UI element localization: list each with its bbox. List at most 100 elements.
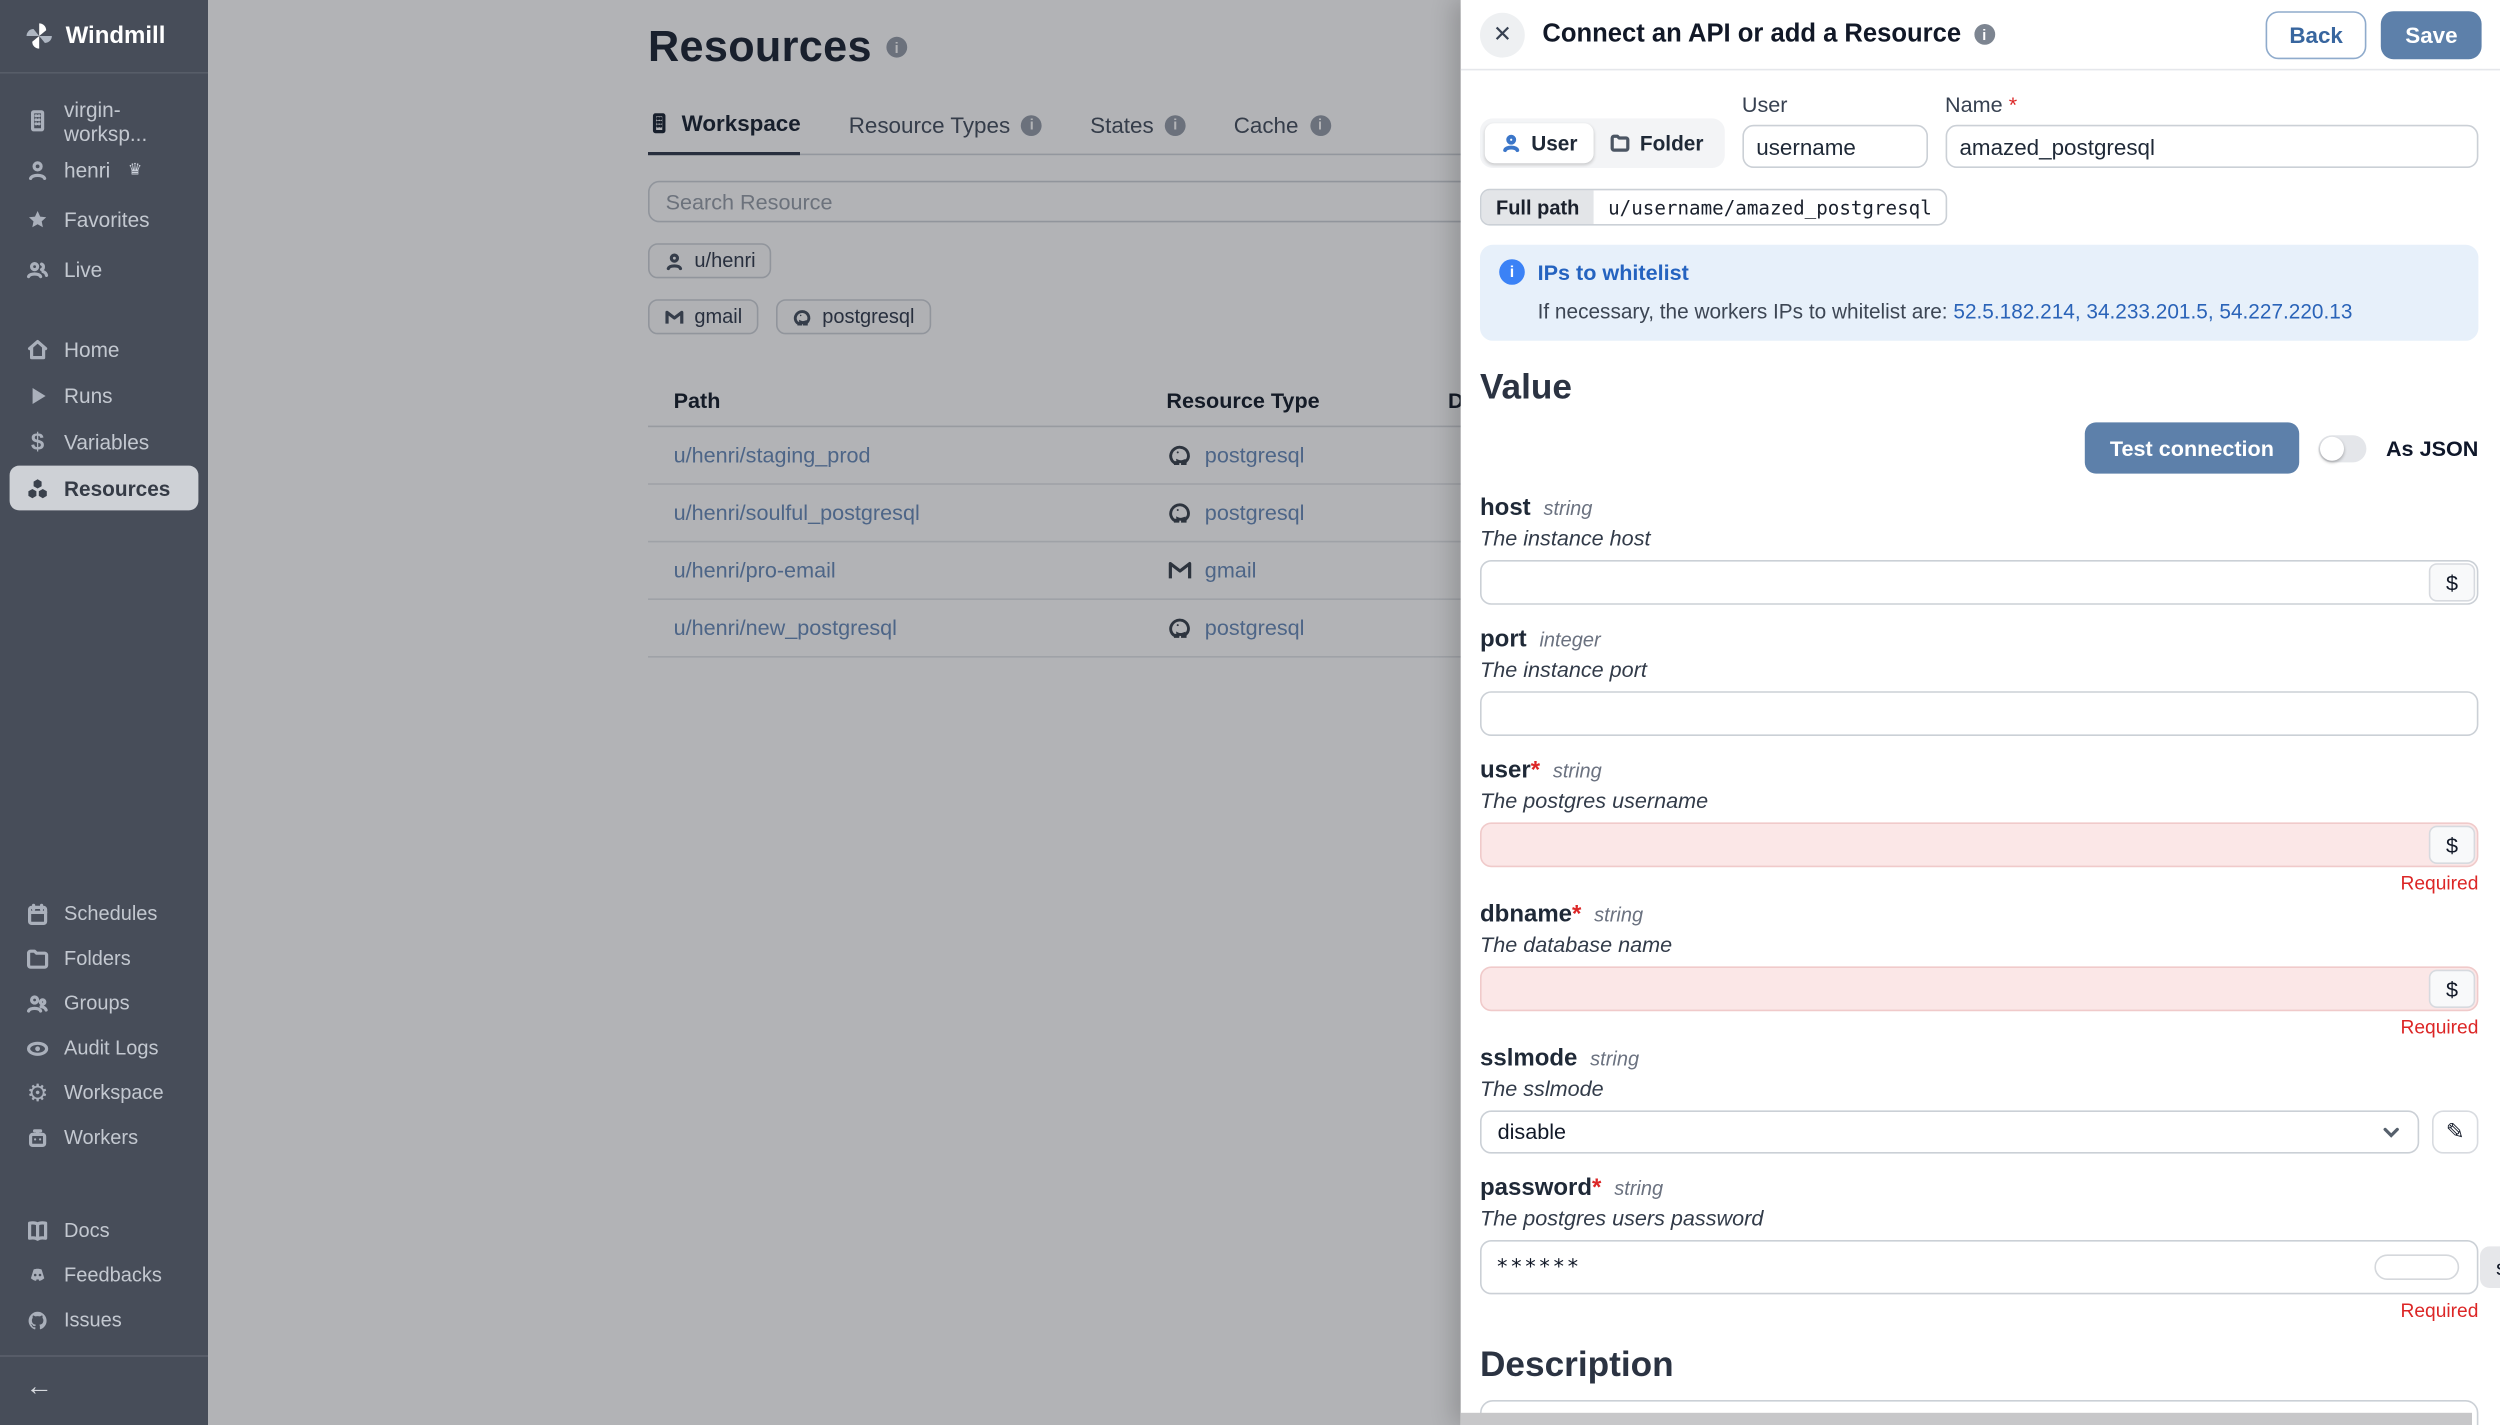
resource-path-link[interactable]: u/henri/staging_prod <box>674 443 1167 467</box>
type-filter-chip-gmail[interactable]: gmail <box>648 299 759 335</box>
sidebar-item-schedules[interactable]: Schedules <box>0 891 208 936</box>
back-button[interactable]: Back <box>2265 10 2367 59</box>
star-icon <box>29 211 47 228</box>
field-name: port <box>1480 625 1527 653</box>
owner-kind-segmented-control: User Folder <box>1480 118 1725 168</box>
sidebar-item-label: Favorites <box>64 208 150 232</box>
book-icon <box>26 1218 50 1242</box>
tab-cache[interactable]: Cache <box>1234 112 1331 154</box>
info-icon[interactable] <box>1309 114 1331 136</box>
full-path-value: u/username/amazed_postgresql <box>1608 196 1932 219</box>
owner-filter-chip[interactable]: u/henri <box>648 243 772 279</box>
variable-picker-button[interactable]: $ <box>2428 563 2476 602</box>
user-icon <box>1501 133 1522 154</box>
sidebar-item-label: Docs <box>64 1219 110 1242</box>
required-error: Required <box>2400 872 2479 895</box>
group-icon <box>26 991 50 1015</box>
sidebar-item-favorites[interactable]: Favorites <box>0 195 208 245</box>
gmail-icon <box>664 306 685 327</box>
user-icon <box>664 250 685 271</box>
name-field-label: Name * <box>1945 92 2018 117</box>
password-input[interactable] <box>1480 1240 2479 1295</box>
folder-icon <box>26 946 50 970</box>
sidebar-item-feedbacks[interactable]: Feedbacks <box>0 1253 208 1298</box>
tab-resource-types[interactable]: Resource Types <box>849 112 1043 154</box>
info-icon[interactable] <box>1973 24 1995 45</box>
info-icon: i <box>1499 259 1525 285</box>
tab-label: Cache <box>1233 112 1299 138</box>
chevron-down-icon <box>2381 1122 2402 1143</box>
field-name: host <box>1480 494 1531 522</box>
sidebar-item-label: Workspace <box>64 1081 164 1104</box>
users-icon <box>26 258 50 282</box>
folder-icon <box>1609 133 1630 154</box>
table-row[interactable]: u/henri/soulful_postgresql postgresql <box>648 485 1461 543</box>
resource-type-link[interactable]: postgresql <box>1205 443 1305 467</box>
variable-picker-button[interactable]: $ <box>2428 969 2476 1008</box>
search-input[interactable] <box>648 180 1461 223</box>
postgresql-icon <box>1166 614 1193 641</box>
table-row[interactable]: u/henri/new_postgresql postgresql <box>648 600 1461 658</box>
edit-button[interactable]: ✎ <box>2432 1110 2479 1154</box>
table-row[interactable]: u/henri/staging_prod postgresql <box>648 427 1461 485</box>
sidebar-item-docs[interactable]: Docs <box>0 1208 208 1253</box>
app-root: Windmill virgin-worksp... henri ♛ Favori… <box>0 0 2500 1425</box>
resource-path-link[interactable]: u/henri/pro-email <box>674 558 1167 582</box>
infobox-text: If necessary, the workers IPs to whiteli… <box>1537 299 2353 324</box>
collapse-sidebar-button[interactable]: ← <box>0 1357 208 1418</box>
resource-type-link[interactable]: postgresql <box>1205 616 1305 640</box>
port-input[interactable] <box>1480 691 2479 736</box>
host-input[interactable] <box>1480 560 2479 605</box>
sslmode-select[interactable]: disable <box>1480 1110 2420 1154</box>
cubes-icon <box>28 478 47 498</box>
username-input[interactable] <box>1741 124 1928 168</box>
tab-states[interactable]: States <box>1090 112 1186 154</box>
resource-name-input[interactable] <box>1945 124 2479 168</box>
as-json-toggle[interactable] <box>2318 434 2367 462</box>
field-name: password* <box>1480 1174 1602 1202</box>
variable-picker-button[interactable]: $ <box>2428 825 2476 864</box>
sidebar-item-home[interactable]: Home <box>0 326 208 372</box>
postgresql-icon <box>1166 499 1193 526</box>
segment-folder[interactable]: Folder <box>1593 123 1719 163</box>
field-name: dbname* <box>1480 900 1582 928</box>
table-row[interactable]: u/henri/pro-email gmail <box>648 542 1461 600</box>
sidebar-item-user[interactable]: henri ♛ <box>0 146 208 196</box>
sidebar-item-workers[interactable]: Workers <box>0 1115 208 1160</box>
horizontal-scrollbar[interactable] <box>1460 1412 2472 1425</box>
drawer-body: User Folder User Name * Full pat <box>1461 70 2500 1425</box>
resource-type-link[interactable]: gmail <box>1205 558 1257 582</box>
sidebar-item-groups[interactable]: Groups <box>0 981 208 1026</box>
sidebar-item-audit-logs[interactable]: Audit Logs <box>0 1026 208 1071</box>
sidebar-item-live[interactable]: Live <box>0 245 208 295</box>
resource-path-link[interactable]: u/henri/new_postgresql <box>674 616 1167 640</box>
user-input[interactable] <box>1480 822 2479 868</box>
dbname-input[interactable] <box>1480 966 2479 1012</box>
sidebar-item-resources[interactable]: Resources <box>9 465 199 511</box>
column-header-resource-type: Resource Type <box>1166 388 1320 413</box>
test-connection-button[interactable]: Test connection <box>2084 422 2300 474</box>
save-button[interactable]: Save <box>2381 10 2482 59</box>
info-icon[interactable] <box>1021 114 1043 136</box>
sidebar-item-folders[interactable]: Folders <box>0 936 208 981</box>
info-icon[interactable] <box>1164 114 1186 136</box>
info-icon[interactable] <box>886 36 907 58</box>
sidebar-item-label: Resources <box>64 476 171 500</box>
brand-row[interactable]: Windmill <box>0 0 208 74</box>
resource-type-link[interactable]: postgresql <box>1205 501 1305 525</box>
column-header-description: Description <box>1448 389 1461 413</box>
sidebar-item-issues[interactable]: Issues <box>0 1298 208 1343</box>
tab-workspace[interactable]: Workspace <box>648 110 801 156</box>
segment-user[interactable]: User <box>1484 123 1594 164</box>
close-icon[interactable]: ✕ <box>1480 12 1525 57</box>
resource-path-link[interactable]: u/henri/soulful_postgresql <box>674 501 1167 525</box>
sidebar-item-workspace-settings[interactable]: ⚙ Workspace <box>0 1070 208 1115</box>
reveal-password-control[interactable] <box>2374 1254 2460 1280</box>
sidebar-item-workspace-picker[interactable]: virgin-worksp... <box>0 96 208 146</box>
type-filter-chip-postgresql[interactable]: postgresql <box>775 299 931 335</box>
field-password: password* string The postgres users passw… <box>1480 1174 2500 1322</box>
sidebar-item-variables[interactable]: $ Variables <box>0 419 208 465</box>
sidebar-item-runs[interactable]: Runs <box>0 373 208 419</box>
crown-icon: ♛ <box>127 161 143 180</box>
